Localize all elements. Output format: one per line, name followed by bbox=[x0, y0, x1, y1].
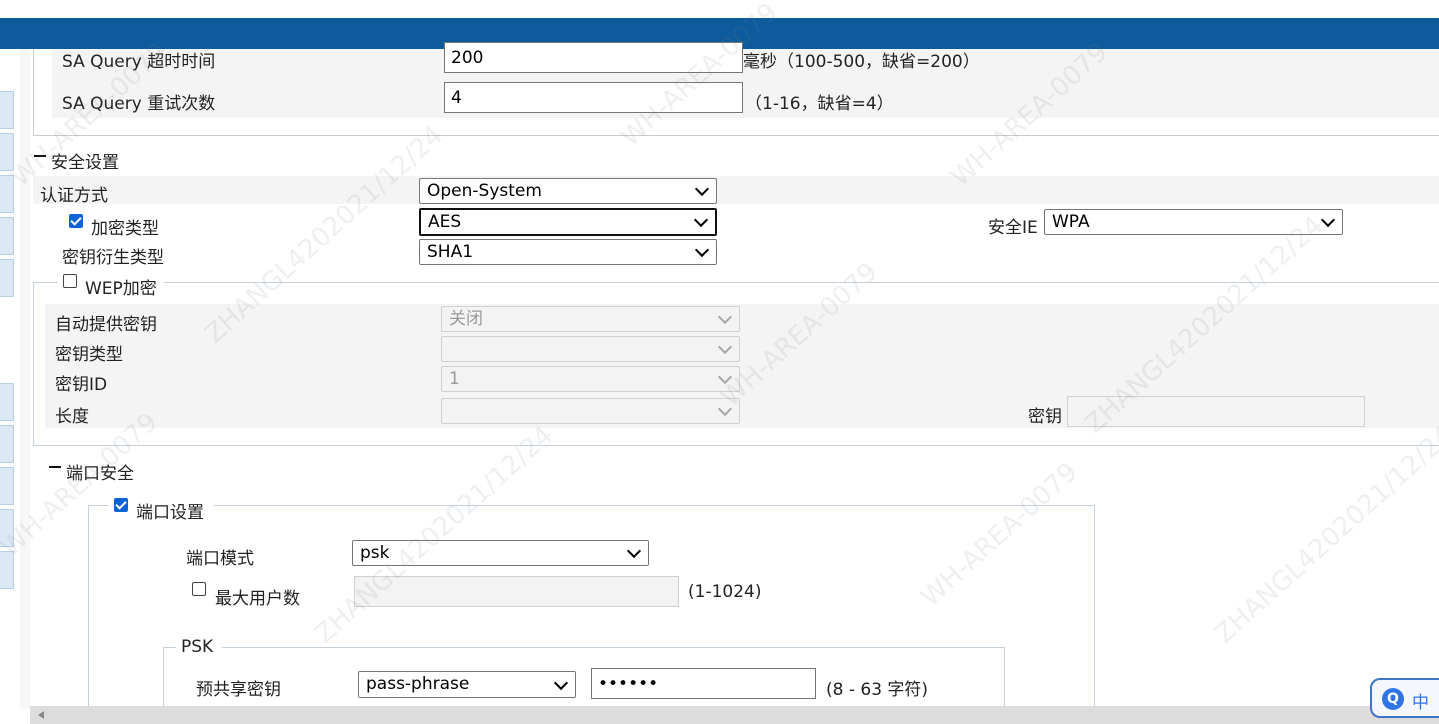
nav-tab[interactable] bbox=[0, 175, 14, 213]
chevron-down-icon bbox=[626, 543, 642, 559]
port-security-title: 端口安全 bbox=[66, 464, 134, 484]
wep-checkbox[interactable] bbox=[63, 274, 77, 288]
nav-tab[interactable] bbox=[0, 217, 14, 255]
collapse-dash-icon[interactable] bbox=[34, 155, 46, 157]
auth-method-value: Open-System bbox=[427, 181, 542, 201]
security-ie-label: 安全IE bbox=[988, 218, 1038, 238]
port-settings-checkbox[interactable] bbox=[114, 498, 128, 512]
ime-toolbar[interactable]: Q 中 bbox=[1370, 678, 1439, 718]
psk-label: 预共享密钥 bbox=[196, 680, 281, 700]
auth-row-bg bbox=[33, 176, 1439, 204]
wep-key-input[interactable] bbox=[1067, 396, 1365, 427]
ime-q-icon[interactable]: Q bbox=[1382, 688, 1404, 710]
auth-method-label: 认证方式 bbox=[40, 186, 108, 206]
sa-query-timeout-hint: 毫秒（100-500，缺省=200） bbox=[743, 52, 980, 72]
psk-type-value: pass-phrase bbox=[366, 674, 470, 694]
psk-hint: (8 - 63 字符) bbox=[826, 680, 929, 700]
sa-query-retry-hint: （1-16，缺省=4） bbox=[745, 94, 894, 114]
key-type-select[interactable] bbox=[441, 336, 740, 362]
key-derivation-value: SHA1 bbox=[427, 242, 474, 262]
auth-method-select[interactable]: Open-System bbox=[419, 178, 717, 204]
chevron-down-icon bbox=[694, 181, 710, 197]
key-derivation-select[interactable]: SHA1 bbox=[419, 239, 717, 265]
length-select[interactable] bbox=[441, 398, 740, 424]
port-mode-select[interactable]: psk bbox=[352, 540, 649, 566]
chevron-down-icon bbox=[553, 675, 569, 690]
wep-key-label: 密钥 bbox=[1028, 407, 1062, 427]
max-users-hint: (1-1024) bbox=[688, 582, 762, 602]
nav-tab[interactable] bbox=[0, 91, 14, 129]
auto-key-select[interactable]: 关闭 bbox=[441, 306, 740, 332]
max-users-checkbox[interactable] bbox=[192, 582, 206, 596]
encrypt-type-select[interactable]: AES bbox=[419, 208, 717, 236]
sa-query-timeout-input[interactable] bbox=[444, 42, 743, 73]
sa-query-timeout-label: SA Query 超时时间 bbox=[62, 52, 216, 72]
encrypt-type-checkbox[interactable] bbox=[69, 214, 83, 228]
key-id-value: 1 bbox=[449, 369, 460, 389]
encrypt-type-value: AES bbox=[428, 212, 462, 232]
nav-tab[interactable] bbox=[0, 551, 14, 589]
key-id-select[interactable]: 1 bbox=[441, 366, 740, 392]
max-users-label: 最大用户数 bbox=[215, 589, 300, 609]
chevron-down-icon bbox=[717, 369, 733, 385]
nav-tab[interactable] bbox=[0, 467, 14, 505]
psk-password-input[interactable] bbox=[591, 668, 816, 699]
auto-key-label: 自动提供密钥 bbox=[55, 315, 157, 335]
port-settings-label: 端口设置 bbox=[136, 503, 204, 523]
key-derivation-label: 密钥衍生类型 bbox=[62, 248, 164, 268]
psk-type-select[interactable]: pass-phrase bbox=[358, 671, 576, 698]
chevron-down-icon bbox=[693, 212, 709, 228]
nav-tab[interactable] bbox=[0, 383, 14, 421]
collapse-dash-icon[interactable] bbox=[49, 466, 61, 468]
nav-tab[interactable] bbox=[0, 425, 14, 463]
security-section-title: 安全设置 bbox=[51, 153, 119, 173]
left-nav-strip bbox=[0, 49, 21, 709]
chevron-down-icon bbox=[717, 309, 733, 325]
content-gutter bbox=[20, 49, 30, 709]
key-id-label: 密钥ID bbox=[55, 375, 108, 395]
max-users-input[interactable] bbox=[354, 576, 679, 607]
port-mode-value: psk bbox=[360, 543, 390, 563]
port-mode-label: 端口模式 bbox=[186, 549, 254, 569]
auto-key-value: 关闭 bbox=[449, 309, 483, 329]
wep-legend-label: WEP加密 bbox=[85, 279, 157, 299]
horizontal-scrollbar[interactable] bbox=[30, 706, 1439, 724]
nav-tab[interactable] bbox=[0, 133, 14, 171]
ime-language-label[interactable]: 中 bbox=[1412, 688, 1429, 713]
psk-legend-label: PSK bbox=[181, 637, 214, 657]
chevron-down-icon bbox=[694, 242, 710, 258]
nav-tab[interactable] bbox=[0, 509, 14, 547]
sa-query-retry-label: SA Query 重试次数 bbox=[62, 94, 216, 114]
security-ie-select[interactable]: WPA bbox=[1044, 209, 1343, 235]
length-label: 长度 bbox=[55, 407, 89, 427]
sa-query-retry-input[interactable] bbox=[444, 82, 743, 113]
security-ie-value: WPA bbox=[1052, 212, 1090, 232]
nav-tab[interactable] bbox=[0, 259, 14, 297]
sa-query-border-left bbox=[33, 49, 34, 135]
key-type-label: 密钥类型 bbox=[55, 345, 123, 365]
chevron-down-icon bbox=[717, 339, 733, 355]
sa-query-border-bottom bbox=[33, 135, 1439, 136]
encrypt-type-label: 加密类型 bbox=[91, 219, 159, 239]
scroll-left-arrow-icon[interactable] bbox=[38, 711, 44, 719]
watermark-text: ZHANGL4202021/12/24 bbox=[1209, 420, 1439, 650]
chevron-down-icon bbox=[1320, 212, 1336, 228]
chevron-down-icon bbox=[717, 401, 733, 417]
